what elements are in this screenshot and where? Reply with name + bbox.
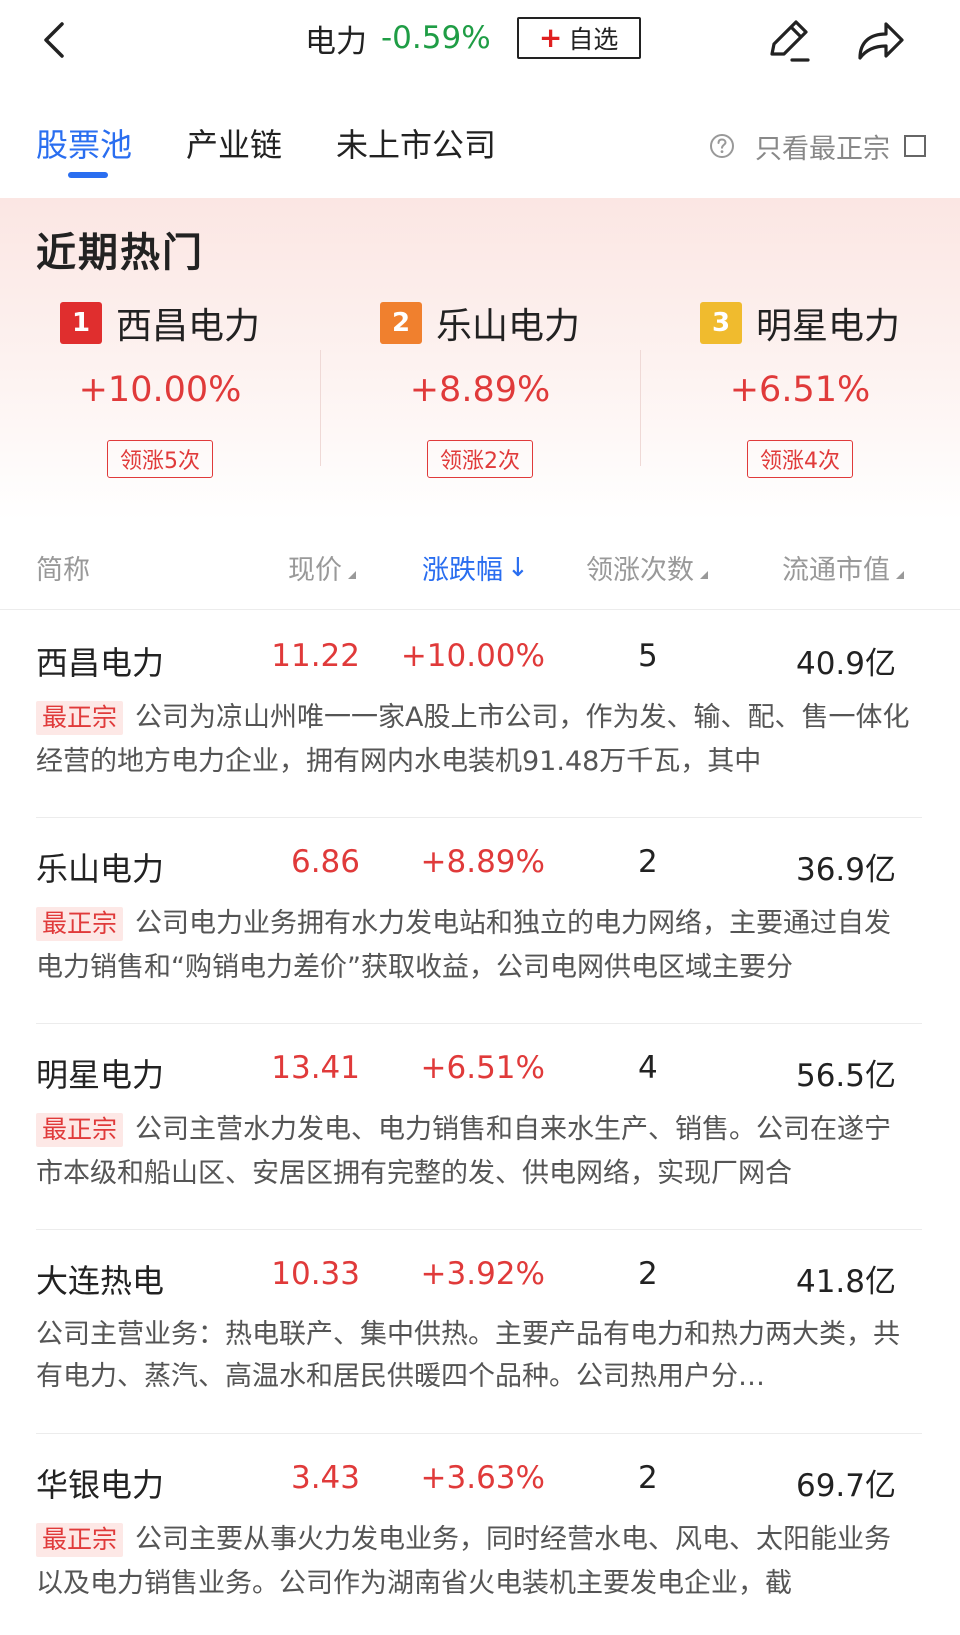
- stock-change-pct: +3.63%: [420, 1460, 545, 1496]
- hot-stock-pct: +8.89%: [409, 370, 551, 410]
- lead-count-badge: 领涨2次: [427, 440, 533, 478]
- stock-change-pct: +6.51%: [420, 1050, 545, 1086]
- stock-lead-times: 2: [638, 1460, 658, 1496]
- top-bar: 电力 -0.59% + 自选: [0, 0, 960, 80]
- most-authentic-tag: 最正宗: [36, 1523, 124, 1557]
- stock-description: 最正宗 公司电力业务拥有水力发电站和独立的电力网络，主要通过自发电力销售和“购销电…: [36, 902, 916, 990]
- stock-price: 13.41: [271, 1050, 360, 1086]
- column-cap-label: 流通市值: [782, 555, 890, 586]
- stock-description-text: 公司主要从事火力发电业务，同时经营水电、风电、太阳能业务以及电力销售业务。公司作…: [36, 1524, 892, 1599]
- column-name-label: 简称: [36, 555, 90, 586]
- add-watchlist-button[interactable]: + 自选: [516, 17, 641, 59]
- stock-name: 华银电力: [36, 1466, 165, 1504]
- stock-lead-times: 5: [638, 638, 658, 674]
- hot-stock-name: 西昌电力: [115, 306, 260, 347]
- column-pct-label: 涨跌幅: [422, 555, 503, 586]
- column-header-price[interactable]: 现价: [288, 548, 356, 587]
- stock-market-cap: 69.7亿: [795, 1468, 896, 1504]
- stock-description: 最正宗 公司主营水力发电、电力销售和自来水生产、销售。公司在遂宁市本级和船山区、安…: [36, 1108, 916, 1196]
- hot-stock-head: 1 西昌电力: [0, 298, 320, 348]
- only-most-authentic-filter: 只看最正宗: [709, 126, 926, 166]
- hot-stock-pct: +10.00%: [78, 370, 242, 410]
- most-authentic-tag: 最正宗: [36, 907, 124, 941]
- stock-market-cap: 56.5亿: [795, 1058, 896, 1094]
- add-watchlist-label: 自选: [568, 25, 619, 54]
- help-question-icon[interactable]: [709, 133, 735, 159]
- stock-change-pct: +10.00%: [400, 638, 545, 674]
- stock-description: 最正宗 公司主要从事火力发电业务，同时经营水电、风电、太阳能业务以及电力销售业务。…: [36, 1518, 916, 1606]
- stock-name: 大连热电: [36, 1262, 165, 1300]
- hot-stock-card[interactable]: 3 明星电力 +6.51% 领涨4次: [640, 298, 960, 478]
- stock-market-cap: 36.9亿: [795, 852, 896, 888]
- table-row[interactable]: 乐山电力 6.86 +8.89% 2 36.9亿 最正宗 公司电力业务拥有水力发电…: [0, 818, 960, 1024]
- sector-title: 电力: [305, 23, 367, 60]
- sort-triangle-icon: [700, 570, 708, 579]
- most-authentic-tag: 最正宗: [36, 701, 124, 735]
- column-header-lead-times[interactable]: 领涨次数: [586, 548, 708, 587]
- active-tab-indicator: [68, 172, 108, 178]
- hot-stock-head: 3 明星电力: [640, 298, 960, 348]
- stock-name: 西昌电力: [36, 644, 165, 682]
- stock-price: 6.86: [290, 844, 360, 880]
- only-most-authentic-checkbox[interactable]: [904, 135, 926, 157]
- stock-lead-times: 2: [638, 1256, 658, 1292]
- hot-stock-head: 2 乐山电力: [320, 298, 640, 348]
- table-row[interactable]: 西昌电力 11.22 +10.00% 5 40.9亿 最正宗 公司为凉山州唯一一家…: [0, 612, 960, 818]
- rank-badge: 1: [59, 302, 102, 344]
- lead-count-badge: 领涨5次: [107, 440, 213, 478]
- stock-change-pct: +8.89%: [420, 844, 545, 880]
- lead-count-badge: 领涨4次: [747, 440, 853, 478]
- hot-stock-name: 明星电力: [755, 306, 900, 347]
- rank-badge: 2: [379, 302, 422, 344]
- tab-industry-chain[interactable]: 产业链: [186, 120, 282, 166]
- back-arrow-icon[interactable]: [36, 18, 72, 62]
- only-most-authentic-label: 只看最正宗: [755, 133, 890, 165]
- column-header-market-cap[interactable]: 流通市值: [782, 548, 904, 587]
- sort-down-arrow-icon: ↓: [507, 552, 529, 583]
- stock-description-text: 公司主营业务：热电联产、集中供热。主要产品有电力和热力两大类，共有电力、蒸汽、高…: [36, 1319, 900, 1392]
- sort-triangle-icon: [348, 570, 356, 579]
- stock-price: 10.33: [271, 1256, 360, 1292]
- title-group: 电力 -0.59% + 自选: [305, 14, 641, 62]
- recent-hot-title: 近期热门: [36, 230, 204, 276]
- hot-stock-card[interactable]: 2 乐山电力 +8.89% 领涨2次: [320, 298, 640, 478]
- stock-description: 最正宗 公司为凉山州唯一一家A股上市公司，作为发、输、配、售一体化经营的地方电力企…: [36, 696, 916, 784]
- stock-lead-times: 4: [638, 1050, 658, 1086]
- plus-icon: +: [538, 21, 563, 54]
- hot-stock-pct: +6.51%: [729, 370, 871, 410]
- tab-stock-pool[interactable]: 股票池: [36, 120, 132, 166]
- stock-market-cap: 40.9亿: [795, 646, 896, 682]
- stock-price: 3.43: [290, 1460, 360, 1496]
- hot-stock-card[interactable]: 1 西昌电力 +10.00% 领涨5次: [0, 298, 320, 478]
- edit-pencil-icon[interactable]: [762, 14, 814, 66]
- column-header-change-pct[interactable]: 涨跌幅 ↓: [422, 548, 529, 587]
- recent-hot-section: 近期热门 1 西昌电力 +10.00% 领涨5次 2 乐山电力 +8.89% 领…: [0, 198, 960, 520]
- stock-name: 乐山电力: [36, 850, 165, 888]
- stock-name: 明星电力: [36, 1056, 165, 1094]
- table-row[interactable]: 华银电力 3.43 +3.63% 2 69.7亿 最正宗 公司主要从事火力发电业务…: [0, 1434, 960, 1635]
- column-times-label: 领涨次数: [586, 555, 694, 586]
- sector-change-pct: -0.59%: [381, 20, 491, 56]
- stock-description-text: 公司为凉山州唯一一家A股上市公司，作为发、输、配、售一体化经营的地方电力企业，拥…: [36, 702, 910, 777]
- hot-stock-name: 乐山电力: [435, 306, 580, 347]
- stock-price: 11.22: [271, 638, 360, 674]
- share-icon[interactable]: [852, 14, 908, 66]
- stock-description-text: 公司主营水力发电、电力销售和自来水生产、销售。公司在遂宁市本级和船山区、安居区拥…: [36, 1114, 892, 1189]
- tab-unlisted-companies[interactable]: 未上市公司: [336, 120, 496, 166]
- stock-description: 公司主营业务：热电联产、集中供热。主要产品有电力和热力两大类，共有电力、蒸汽、高…: [36, 1314, 916, 1398]
- stock-market-cap: 41.8亿: [795, 1264, 896, 1300]
- most-authentic-tag: 最正宗: [36, 1113, 124, 1147]
- stock-change-pct: +3.92%: [420, 1256, 545, 1292]
- column-header-name: 简称: [36, 548, 90, 587]
- stock-lead-times: 2: [638, 844, 658, 880]
- table-row[interactable]: 明星电力 13.41 +6.51% 4 56.5亿 最正宗 公司主营水力发电、电力…: [0, 1024, 960, 1230]
- column-price-label: 现价: [288, 555, 342, 586]
- table-header: 简称 现价 涨跌幅 ↓ 领涨次数 流通市值: [0, 522, 960, 610]
- stock-description-text: 公司电力业务拥有水力发电站和独立的电力网络，主要通过自发电力销售和“购销电力差价…: [36, 908, 892, 983]
- sort-triangle-icon: [896, 570, 904, 579]
- rank-badge: 3: [699, 302, 742, 344]
- table-row[interactable]: 大连热电 10.33 +3.92% 2 41.8亿 公司主营业务：热电联产、集中…: [0, 1230, 960, 1434]
